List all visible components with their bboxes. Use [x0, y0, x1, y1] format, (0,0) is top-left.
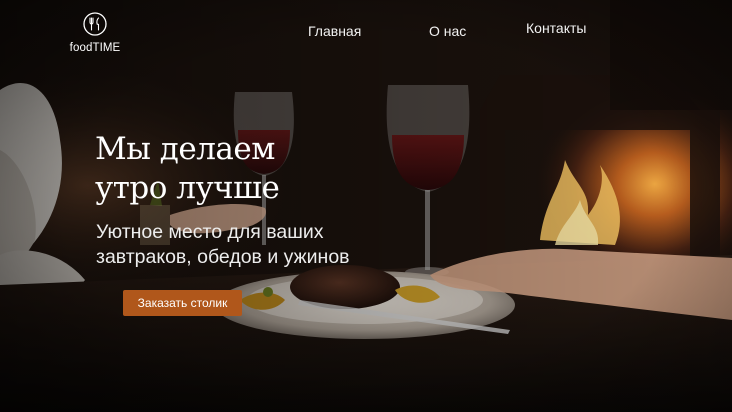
book-table-button[interactable]: Заказать столик: [123, 290, 242, 316]
fork-knife-logo-icon: [83, 12, 107, 36]
nav-item-home[interactable]: Главная: [308, 23, 361, 39]
hero-subtitle-line: Уютное место для ваших: [96, 221, 324, 243]
nav-item-contacts[interactable]: Контакты: [526, 20, 586, 36]
hero-title-line: утро лучше: [95, 170, 280, 206]
hero-subtitle: Уютное место для ваших завтраков, обедов…: [96, 220, 350, 270]
hero-title-line: Мы делаем: [95, 131, 275, 167]
hero-subtitle-line: завтраков, обедов и ужинов: [96, 246, 350, 268]
hero-title: Мы делаем утро лучше: [95, 130, 280, 208]
nav-item-about[interactable]: О нас: [429, 23, 466, 39]
brand-name: foodTIME: [69, 42, 121, 54]
hero-section: foodTIME Главная О нас Контакты Мы делае…: [0, 0, 732, 412]
brand-logo-link[interactable]: foodTIME: [66, 12, 124, 54]
